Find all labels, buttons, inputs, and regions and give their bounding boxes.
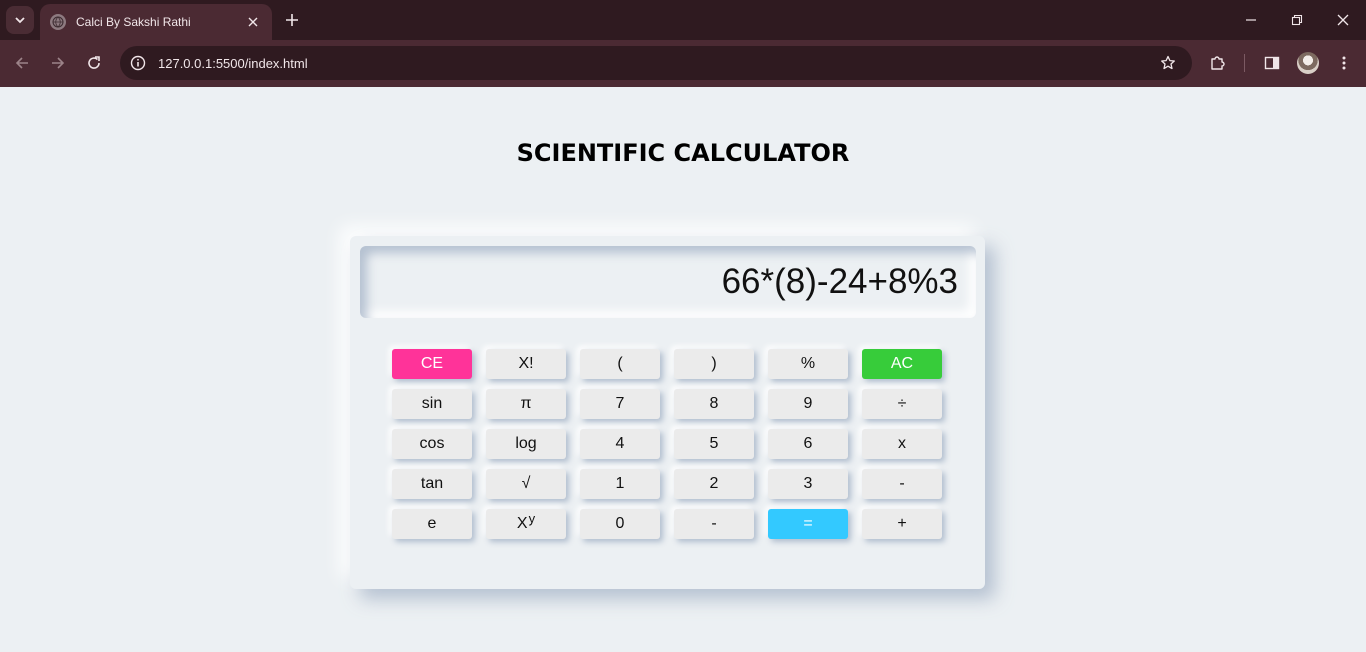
digit-3-button[interactable]: 3: [768, 469, 848, 499]
calculator-display[interactable]: 66*(8)-24+8%3: [360, 246, 976, 318]
close-tab-icon[interactable]: [244, 13, 262, 31]
close-icon: [1337, 14, 1349, 26]
percent-button[interactable]: %: [768, 349, 848, 379]
side-panel-icon: [1264, 56, 1280, 70]
ac-button[interactable]: AC: [862, 349, 942, 379]
close-window-button[interactable]: [1329, 8, 1357, 32]
chevron-down-icon: [15, 17, 25, 24]
digit-4-button[interactable]: 4: [580, 429, 660, 459]
digit-9-button[interactable]: 9: [768, 389, 848, 419]
new-tab-button[interactable]: [280, 8, 304, 32]
power-base-label: X: [516, 515, 528, 532]
power-exponent-label: y: [528, 510, 536, 526]
address-bar[interactable]: 127.0.0.1:5500/index.html: [120, 46, 1192, 80]
more-vertical-icon: [1342, 56, 1346, 70]
url-text[interactable]: 127.0.0.1:5500/index.html: [158, 56, 1154, 71]
browser-tab[interactable]: Calci By Sakshi Rathi: [40, 4, 272, 40]
sqrt-button[interactable]: √: [486, 469, 566, 499]
divide-button[interactable]: ÷: [862, 389, 942, 419]
puzzle-icon: [1211, 56, 1225, 70]
digit-5-button[interactable]: 5: [674, 429, 754, 459]
extensions-button[interactable]: [1205, 50, 1231, 76]
negate-button[interactable]: -: [674, 509, 754, 539]
bookmark-star-icon[interactable]: [1154, 49, 1182, 77]
digit-1-button[interactable]: 1: [580, 469, 660, 499]
browser-tab-bar: Calci By Sakshi Rathi: [0, 0, 1366, 40]
back-button[interactable]: [9, 50, 35, 76]
tan-button[interactable]: tan: [392, 469, 472, 499]
cos-button[interactable]: cos: [392, 429, 472, 459]
menu-button[interactable]: [1331, 50, 1357, 76]
digit-0-button[interactable]: 0: [580, 509, 660, 539]
plus-icon: [286, 14, 298, 26]
power-button[interactable]: Xy: [486, 509, 566, 539]
page-content: SCIENTIFIC CALCULATOR 66*(8)-24+8%3 CE X…: [0, 87, 1366, 652]
tab-search-button[interactable]: [6, 6, 34, 34]
toolbar-divider: [1244, 54, 1245, 72]
digit-2-button[interactable]: 2: [674, 469, 754, 499]
euler-button[interactable]: e: [392, 509, 472, 539]
pi-button[interactable]: π: [486, 389, 566, 419]
minimize-button[interactable]: [1237, 8, 1265, 32]
side-panel-button[interactable]: [1259, 50, 1285, 76]
globe-icon: [50, 14, 66, 30]
reload-icon: [88, 56, 100, 69]
arrow-right-icon: [52, 57, 65, 69]
restore-icon: [1291, 14, 1303, 26]
log-button[interactable]: log: [486, 429, 566, 459]
digit-6-button[interactable]: 6: [768, 429, 848, 459]
profile-avatar[interactable]: [1297, 52, 1319, 74]
equals-button[interactable]: =: [768, 509, 848, 539]
right-paren-button[interactable]: ): [674, 349, 754, 379]
minimize-icon: [1246, 19, 1256, 21]
factorial-button[interactable]: X!: [486, 349, 566, 379]
sin-button[interactable]: sin: [392, 389, 472, 419]
tab-title: Calci By Sakshi Rathi: [76, 15, 191, 29]
ce-button[interactable]: CE: [392, 349, 472, 379]
browser-toolbar: 127.0.0.1:5500/index.html: [0, 40, 1366, 87]
page-title: SCIENTIFIC CALCULATOR: [516, 139, 850, 167]
subtract-button[interactable]: -: [862, 469, 942, 499]
site-info-icon[interactable]: [124, 49, 152, 77]
digit-8-button[interactable]: 8: [674, 389, 754, 419]
arrow-left-icon: [15, 57, 28, 69]
left-paren-button[interactable]: (: [580, 349, 660, 379]
reload-button[interactable]: [81, 50, 107, 76]
restore-button[interactable]: [1283, 8, 1311, 32]
add-button[interactable]: +: [862, 509, 942, 539]
forward-button[interactable]: [45, 50, 71, 76]
digit-7-button[interactable]: 7: [580, 389, 660, 419]
calculator: 66*(8)-24+8%3 CE X! ( ) % AC sin π 7 8 9…: [350, 236, 985, 589]
multiply-button[interactable]: x: [862, 429, 942, 459]
